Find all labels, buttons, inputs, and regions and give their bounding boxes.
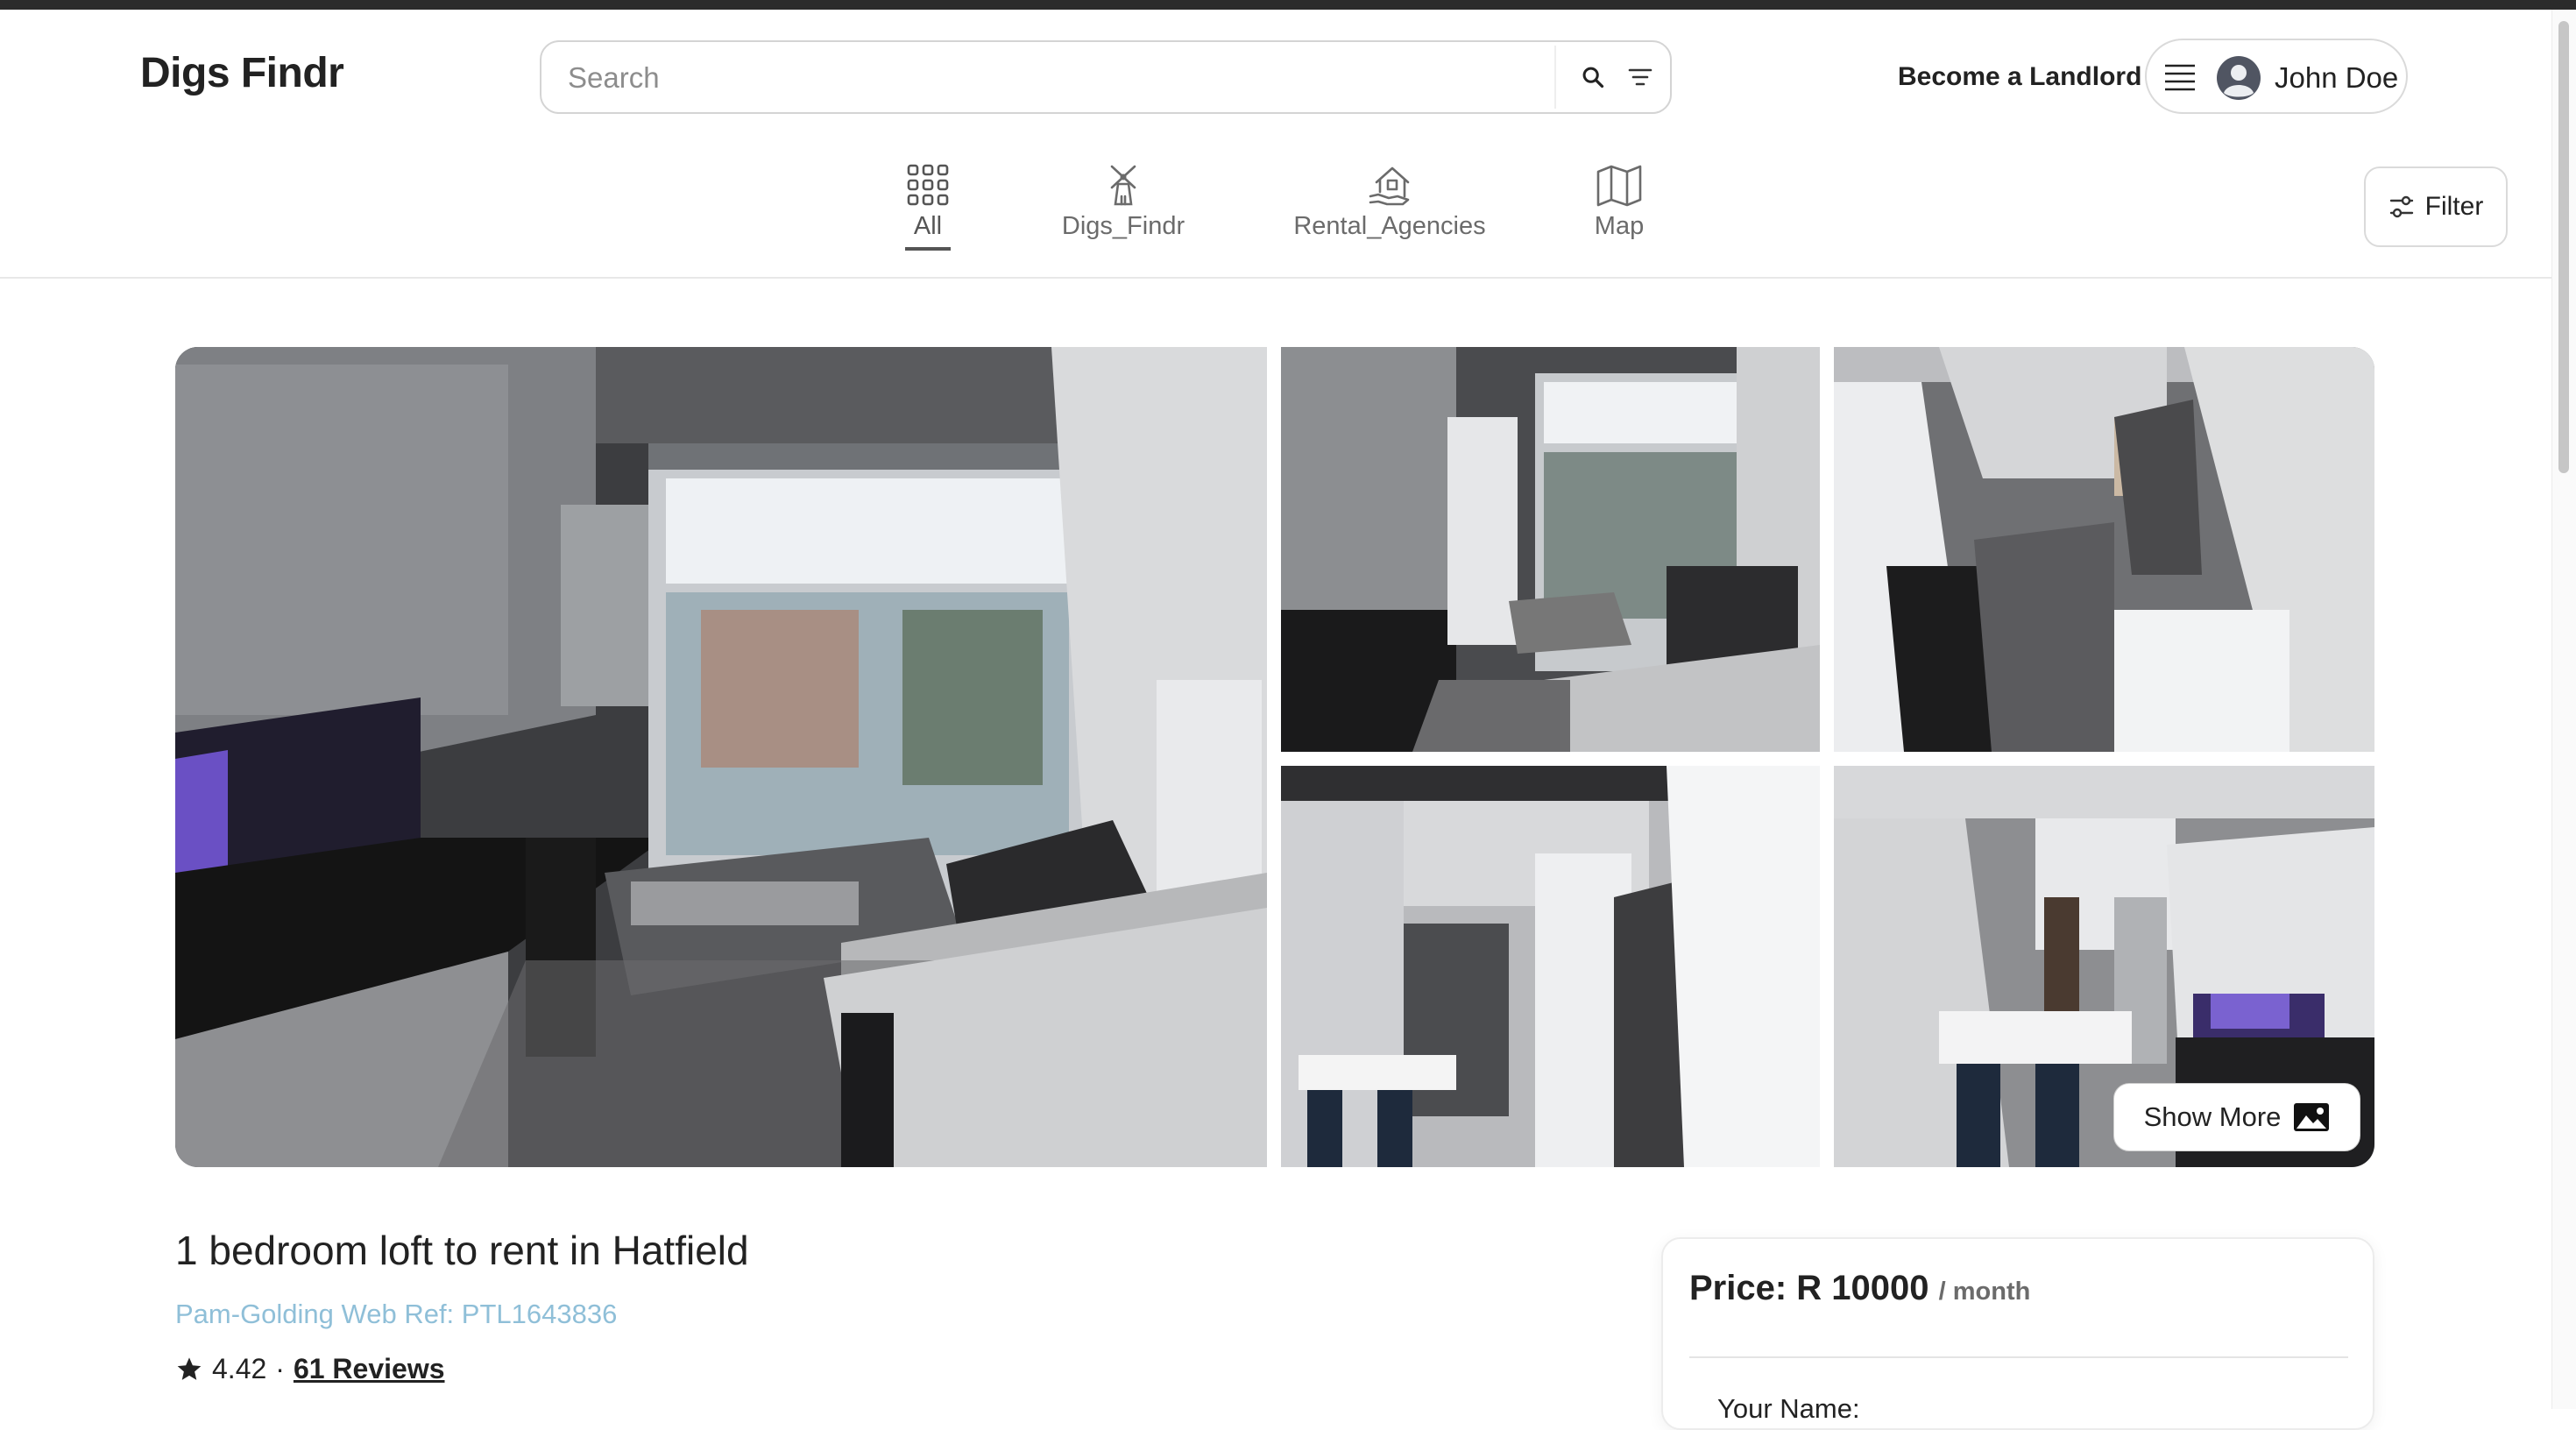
main-photo[interactable]	[175, 347, 1267, 1167]
price-value: Price: R 10000	[1689, 1269, 1929, 1307]
sliders-icon	[2389, 195, 2413, 218]
tab-map-label: Map	[1594, 212, 1645, 240]
reviews-link[interactable]: 61 Reviews	[294, 1353, 445, 1385]
brand-logo[interactable]: Digs Findr	[140, 49, 344, 97]
gallery-photo-2[interactable]	[1281, 347, 1820, 752]
gallery-photo-4[interactable]	[1281, 766, 1820, 1167]
filter-button[interactable]: Filter	[2364, 166, 2508, 247]
rating-value: 4.42	[212, 1353, 267, 1384]
search-button[interactable]	[1574, 58, 1612, 96]
user-menu-button[interactable]: John Doe	[2145, 39, 2408, 114]
search-filter-button[interactable]	[1621, 58, 1660, 96]
tab-rental-agencies[interactable]: Rental_Agencies	[1293, 163, 1486, 251]
search-icon	[1582, 67, 1604, 88]
rating-summary: 4.42 · 61 Reviews	[175, 1353, 445, 1385]
rating-separator: ·	[275, 1353, 285, 1384]
avatar	[2217, 56, 2261, 100]
card-divider	[1689, 1356, 2348, 1358]
become-landlord-link[interactable]: Become a Landlord	[1898, 62, 2141, 92]
grid-icon	[907, 164, 949, 206]
tab-map[interactable]: Map	[1589, 163, 1649, 251]
tab-digs-findr-label: Digs_Findr	[1061, 212, 1185, 240]
listing-title: 1 bedroom loft to rent in Hatfield	[175, 1228, 749, 1273]
search-divider	[1554, 46, 1556, 109]
scrollbar-thumb[interactable]	[2558, 21, 2569, 473]
image-icon	[2294, 1103, 2330, 1131]
your-name-label: Your Name:	[1717, 1393, 1860, 1424]
gallery-photo-3[interactable]	[1834, 347, 2374, 752]
listing-reference-link[interactable]: Pam-Golding Web Ref: PTL1643836	[175, 1299, 617, 1330]
photo-gallery	[175, 347, 2374, 1167]
map-icon	[1596, 165, 1642, 207]
hamburger-menu-icon	[2165, 64, 2195, 91]
active-tab-indicator	[905, 247, 951, 251]
search-input[interactable]	[566, 54, 1568, 102]
user-name: John Doe	[2275, 61, 2399, 94]
tab-rental-agencies-label: Rental_Agencies	[1293, 212, 1486, 240]
price-unit: / month	[1938, 1278, 2031, 1306]
search-bar[interactable]	[540, 40, 1672, 114]
house-hand-icon	[1369, 166, 1410, 206]
star-icon	[177, 1356, 202, 1380]
tab-digs-findr[interactable]: Digs_Findr	[1053, 163, 1193, 251]
tab-all-label: All	[913, 212, 943, 240]
windmill-icon	[1110, 165, 1136, 206]
filter-lines-icon	[1628, 68, 1652, 86]
booking-card: Price: R 10000 / month Your Name:	[1661, 1237, 2374, 1430]
show-more-button[interactable]: Show More	[2113, 1083, 2360, 1151]
filter-button-label: Filter	[2424, 192, 2484, 221]
header-divider	[0, 277, 2551, 279]
tab-all[interactable]: All	[901, 163, 955, 251]
price-line: Price: R 10000 / month	[1689, 1269, 2030, 1308]
window-top-bar	[0, 0, 2576, 10]
show-more-label: Show More	[2143, 1101, 2282, 1132]
